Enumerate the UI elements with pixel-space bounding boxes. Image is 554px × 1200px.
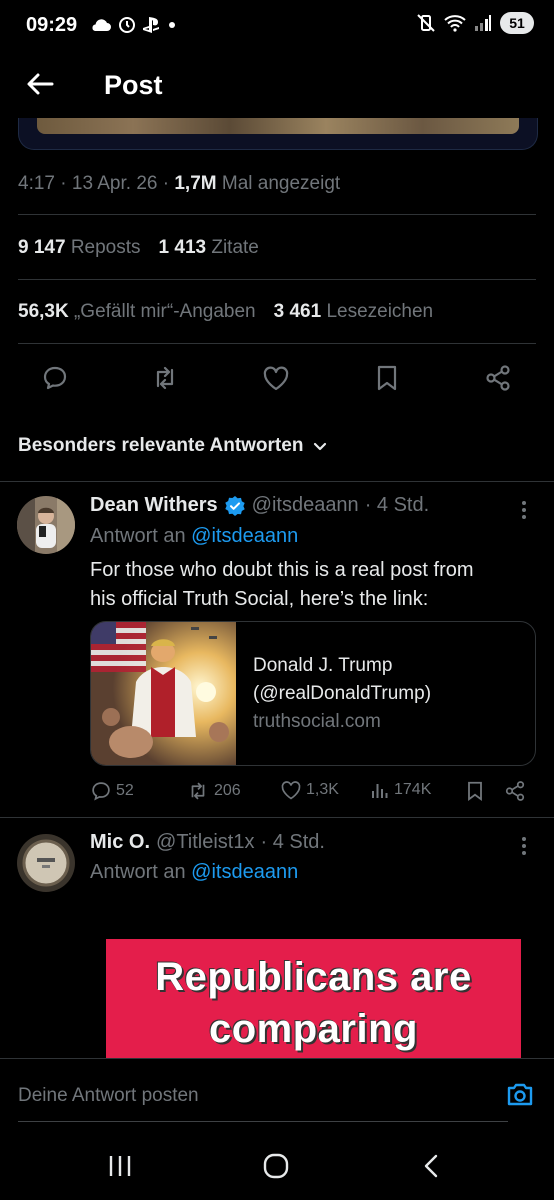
reply-icon: [90, 780, 112, 802]
status-left-icons: [90, 15, 176, 35]
reply-header: Mic O. @Titleist1x · 4 Std.: [90, 831, 325, 854]
back-button[interactable]: [22, 66, 62, 106]
reply-header: Dean Withers @itsdeaann · 4 Std.: [90, 494, 429, 517]
reply-to-line: Antwort an @itsdeaann: [90, 525, 299, 547]
cloud-icon: [90, 17, 112, 33]
divider: [18, 343, 536, 344]
post-timestamp-line: 4:17 · 13 Apr. 26 · 1,7M Mal angezeigt: [18, 173, 341, 194]
avatar[interactable]: [17, 834, 75, 892]
mute-vibrate-icon: [416, 13, 436, 33]
chevron-left-icon: [420, 1153, 442, 1179]
reply-time: · 4 Std.: [260, 831, 325, 853]
reply-text: For those who doubt this is a real post …: [90, 559, 474, 610]
battery-icon: 51: [500, 12, 534, 34]
reply-image[interactable]: Republicans are comparing: [106, 939, 521, 1059]
link-card-subtitle: (@realDonaldTrump): [253, 683, 432, 704]
share-icon: [504, 780, 526, 802]
reposts-stat[interactable]: 9 147 Reposts: [18, 237, 141, 259]
bookmark-icon: [466, 780, 484, 802]
divider: [0, 481, 554, 482]
divider: [0, 817, 554, 818]
share-icon: [484, 364, 512, 392]
divider: [18, 279, 536, 280]
analytics-icon: [370, 780, 390, 800]
views-count-button[interactable]: 174K: [370, 780, 431, 800]
post-time: 4:17: [18, 173, 55, 194]
sort-replies-dropdown[interactable]: Besonders relevante Antworten: [18, 435, 329, 457]
composer-underline: [18, 1121, 508, 1122]
bookmark-button[interactable]: [369, 360, 405, 396]
bookmarks-stat[interactable]: 3 461 Lesezeichen: [274, 301, 434, 323]
verified-badge-icon: [224, 495, 246, 517]
bookmark-button[interactable]: [466, 780, 484, 802]
reply-time: · 4 Std.: [364, 494, 430, 516]
share-button[interactable]: [480, 360, 516, 396]
signal-icon: [474, 14, 492, 32]
reply-icon: [41, 364, 69, 392]
camera-icon: [506, 1081, 534, 1107]
playstation-icon: [142, 16, 162, 34]
reply-input[interactable]: Deine Antwort posten: [18, 1085, 199, 1107]
quotes-stat[interactable]: 1 413 Zitate: [159, 237, 259, 259]
link-card-title: Donald J. Trump: [253, 655, 393, 676]
repost-count-button[interactable]: 206: [186, 780, 241, 802]
link-card[interactable]: Donald J. Trump (@realDonaldTrump) truth…: [90, 621, 536, 766]
views-label: Mal angezeigt: [221, 173, 341, 194]
likes-bookmarks-row: 56,3K „Gefällt mir“-Angaben 3 461 Leseze…: [18, 301, 433, 323]
likes-stat[interactable]: 56,3K „Gefällt mir“-Angaben: [18, 301, 256, 323]
home-icon: [262, 1153, 290, 1179]
more-options-button[interactable]: [514, 498, 534, 522]
reply-composer: Deine Antwort posten: [0, 1058, 554, 1126]
repost-icon: [186, 780, 210, 802]
author-name[interactable]: Dean Withers: [90, 494, 218, 517]
chevron-down-icon: [311, 437, 329, 455]
recent-apps-icon: [107, 1154, 133, 1178]
dot-icon: [168, 21, 176, 29]
reply-button[interactable]: [37, 360, 73, 396]
recent-apps-button[interactable]: [107, 1154, 133, 1178]
page-title: Post: [104, 70, 163, 100]
author-name[interactable]: Mic O.: [90, 831, 150, 854]
more-options-button[interactable]: [514, 834, 534, 858]
reply-to-handle-link[interactable]: @itsdeaann: [191, 525, 298, 547]
home-button[interactable]: [262, 1153, 290, 1179]
like-icon: [280, 780, 302, 800]
post-date: 13 Apr. 26: [71, 173, 158, 194]
status-bar: 09:29 51: [0, 0, 554, 52]
divider: [18, 214, 536, 215]
spacer: [0, 414, 554, 415]
post-media-bottom[interactable]: [18, 118, 538, 150]
link-card-image: [91, 622, 236, 765]
status-time: 09:29: [26, 14, 78, 36]
system-nav-bar: [0, 1126, 554, 1200]
camera-button[interactable]: [506, 1081, 534, 1107]
sort-label: Besonders relevante Antworten: [18, 435, 304, 456]
link-card-text: Donald J. Trump (@realDonaldTrump) truth…: [253, 652, 431, 736]
like-icon: [262, 365, 290, 391]
author-handle[interactable]: @Titleist1x: [156, 831, 254, 854]
bookmark-icon: [375, 364, 399, 392]
status-right-icons: 51: [416, 12, 534, 34]
like-button[interactable]: [258, 360, 294, 396]
like-count-button[interactable]: 1,3K: [280, 780, 339, 800]
repost-button[interactable]: [147, 360, 183, 396]
avatar[interactable]: [17, 496, 75, 554]
more-vertical-icon: [514, 498, 534, 522]
wifi-icon: [444, 14, 466, 32]
link-card-domain: truthsocial.com: [253, 711, 381, 732]
reply-to-handle-link[interactable]: @itsdeaann: [191, 861, 298, 883]
system-back-button[interactable]: [420, 1153, 442, 1179]
repost-quote-row: 9 147 Reposts 1 413 Zitate: [18, 237, 259, 259]
arrow-left-icon: [22, 66, 62, 102]
reply-count-button[interactable]: 52: [90, 780, 134, 802]
views-count: 1,7M: [174, 173, 217, 194]
reply-image-text: Republicans are comparing: [155, 955, 472, 1051]
share-button[interactable]: [504, 780, 526, 802]
more-vertical-icon: [514, 834, 534, 858]
author-handle[interactable]: @itsdeaann: [252, 494, 359, 517]
reply-to-line: Antwort an @itsdeaann: [90, 861, 299, 883]
wristwatch-icon: [118, 15, 136, 35]
repost-icon: [150, 364, 180, 392]
